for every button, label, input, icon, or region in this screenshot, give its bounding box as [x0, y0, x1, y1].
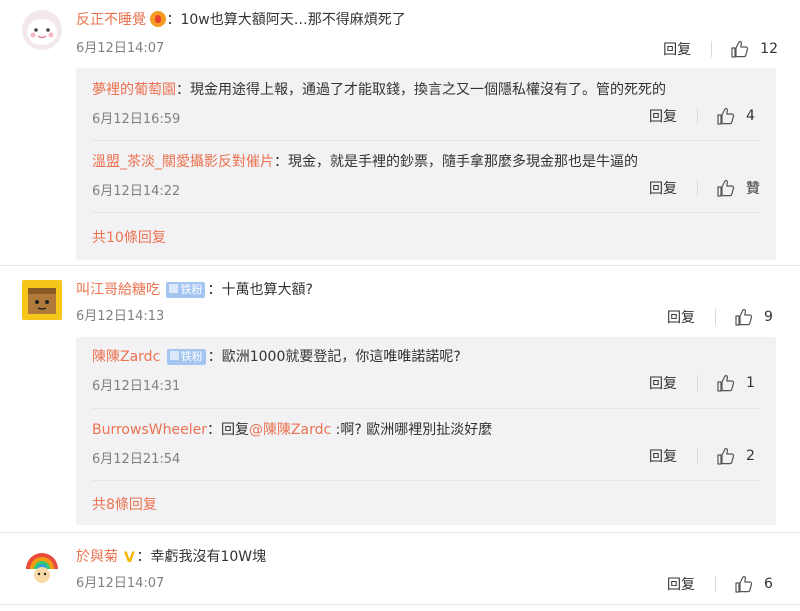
thumbs-up-icon [734, 574, 754, 594]
reply-text: ：現金，就是手裡的鈔票，隨手拿那麼多現金那也是牛逼的 [274, 154, 638, 170]
like-count: 贊 [746, 181, 760, 197]
comment-actions: 回复 12 [663, 39, 778, 59]
comment-text: ：十萬也算大額? [207, 282, 313, 298]
divider [715, 309, 716, 325]
like-button[interactable]: 6 [734, 574, 778, 594]
reply-button[interactable]: 回复 [649, 446, 677, 466]
sub-reply: BurrowsWheeler：回复@陳陳Zardc :啊? 歐洲哪裡別扯淡好麼 … [92, 420, 760, 467]
thumbs-up-icon [716, 446, 736, 466]
like-button[interactable]: 1 [716, 373, 760, 393]
more-replies-link[interactable]: 共10條回复 [92, 227, 166, 247]
like-count: 12 [760, 41, 778, 57]
reply-button[interactable]: 回复 [649, 178, 677, 198]
like-button[interactable]: 12 [730, 39, 778, 59]
divider [92, 140, 760, 141]
like-count: 9 [764, 309, 773, 325]
divider [715, 576, 716, 592]
thumbs-up-icon [716, 106, 736, 126]
comment-date: 6月12日14:13 [76, 309, 165, 324]
reply-text: ：歐洲1000就要登記，你這唯唯諾諾呢? [207, 349, 461, 365]
comment-divider [0, 604, 800, 605]
like-count: 4 [746, 108, 755, 124]
sub-reply: 溫盟_茶淡_關愛攝影反對催片：現金，就是手裡的鈔票，隨手拿那麼多現金那也是牛逼的… [92, 152, 760, 199]
divider [697, 448, 698, 464]
reply-prefix: ：回复 [206, 422, 249, 438]
username-link[interactable]: 溫盟_茶淡_關愛攝影反對催片 [92, 154, 274, 170]
fire-emoji-icon [150, 11, 167, 27]
thumbs-up-icon [716, 373, 736, 393]
reply-actions: 回复 4 [649, 106, 760, 126]
comment-text: ：幸虧我沒有10W塊 [136, 549, 267, 565]
reply-date: 6月12日14:22 [92, 184, 181, 199]
divider [711, 41, 713, 57]
thumbs-up-icon [730, 39, 750, 59]
divider [697, 375, 698, 391]
reply-box: 夢裡的葡萄園：現金用途得上報，通過了才能取錢，換言之又一個隱私權沒有了。管的死死… [76, 68, 776, 260]
fan-badge: 铁粉 [166, 349, 206, 365]
username-link[interactable]: 夢裡的葡萄園 [92, 82, 176, 98]
comment-actions: 回复 6 [667, 574, 778, 594]
sub-reply: 陳陳Zardc 铁粉 ：歐洲1000就要登記，你這唯唯諾諾呢? 6月12日14:3… [92, 347, 760, 394]
comment-divider [0, 532, 800, 533]
reply-actions: 回复 2 [649, 446, 760, 466]
divider [92, 408, 760, 409]
username-link[interactable]: 陳陳Zardc [92, 349, 160, 365]
fan-badge: 铁粉 [166, 282, 206, 298]
comment-divider [0, 265, 800, 266]
like-count: 6 [764, 576, 773, 592]
reply-button[interactable]: 回复 [649, 373, 677, 393]
avatar-rainbow-icon [22, 547, 62, 587]
mention-link[interactable]: @陳陳Zardc [249, 422, 331, 438]
reply-actions: 回复 1 [649, 373, 760, 393]
reply-button[interactable]: 回复 [663, 39, 691, 59]
reply-date: 6月12日16:59 [92, 112, 181, 127]
divider [697, 180, 698, 196]
avatar[interactable] [22, 547, 62, 587]
reply-button[interactable]: 回复 [649, 106, 677, 126]
verified-icon: V [124, 550, 135, 566]
reply-box: 陳陳Zardc 铁粉 ：歐洲1000就要登記，你這唯唯諾諾呢? 6月12日14:3… [76, 337, 776, 525]
comment-text: ：10w也算大額阿天…那不得麻煩死了 [166, 12, 406, 28]
reply-date: 6月12日21:54 [92, 452, 181, 467]
like-button[interactable]: 4 [716, 106, 760, 126]
like-count: 2 [746, 448, 755, 464]
thumbs-up-icon [734, 307, 754, 327]
reply-actions: 回复 贊 [649, 178, 760, 198]
comment-body: 反正不睡覺 ：10w也算大額阿天…那不得麻煩死了 [76, 10, 406, 30]
reply-button[interactable]: 回复 [667, 574, 695, 594]
avatar-face-icon [22, 10, 62, 50]
like-button[interactable]: 贊 [716, 178, 760, 198]
divider [697, 108, 698, 124]
avatar-box-icon [22, 280, 62, 320]
username-link[interactable]: 反正不睡覺 [76, 12, 146, 28]
avatar[interactable] [22, 280, 62, 320]
like-button[interactable]: 9 [734, 307, 778, 327]
comment-body: 叫江哥給糖吃 铁粉 ：十萬也算大額? [76, 280, 313, 300]
comment-date: 6月12日14:07 [76, 41, 165, 56]
comment-body: 於與菊 V ：幸虧我沒有10W塊 [76, 547, 266, 567]
reply-text: ：現金用途得上報，通過了才能取錢，換言之又一個隱私權沒有了。管的死死的 [176, 82, 666, 98]
reply-button[interactable]: 回复 [667, 307, 695, 327]
username-link[interactable]: BurrowsWheeler [92, 422, 207, 438]
avatar[interactable] [22, 10, 62, 50]
reply-date: 6月12日14:31 [92, 379, 181, 394]
thumbs-up-icon [716, 178, 736, 198]
divider [92, 480, 760, 481]
reply-text: :啊? 歐洲哪裡別扯淡好麼 [331, 422, 493, 438]
username-link[interactable]: 叫江哥給糖吃 [76, 282, 160, 298]
more-replies-link[interactable]: 共8條回复 [92, 494, 157, 514]
comment-actions: 回复 9 [667, 307, 778, 327]
like-button[interactable]: 2 [716, 446, 760, 466]
comment-date: 6月12日14:07 [76, 576, 165, 591]
username-link[interactable]: 於與菊 [76, 549, 118, 565]
like-count: 1 [746, 375, 755, 391]
sub-reply: 夢裡的葡萄園：現金用途得上報，通過了才能取錢，換言之又一個隱私權沒有了。管的死死… [92, 80, 760, 127]
divider [92, 212, 760, 213]
